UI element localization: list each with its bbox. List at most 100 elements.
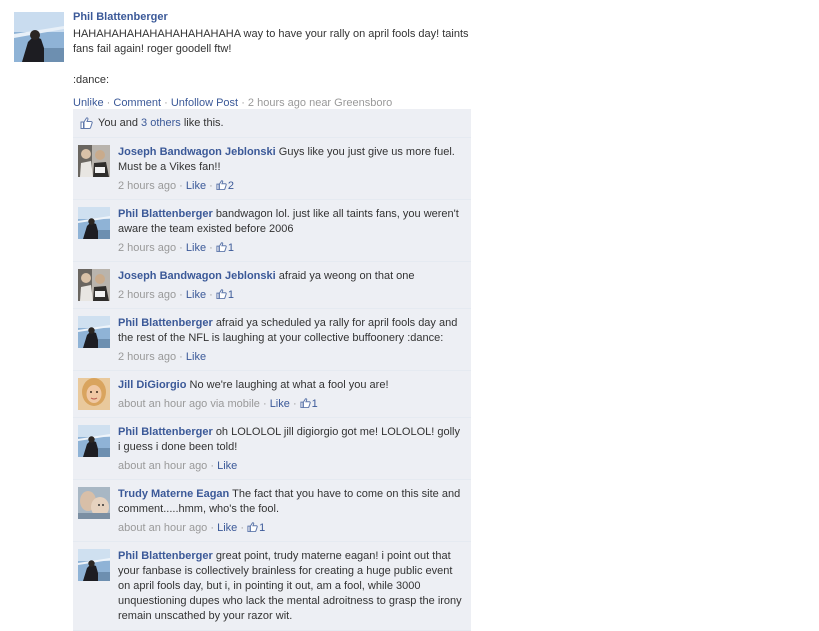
comment-avatar[interactable] [78,269,110,301]
like-count-value: 1 [227,242,235,254]
comment-like-link[interactable]: Like [186,242,206,254]
comment-meta: about an hour ago via mobile · Like · 1 [118,397,465,411]
comment-avatar[interactable] [78,549,110,581]
comment-author[interactable]: Joseph Bandwagon Jeblonski [118,270,276,282]
separator: · [179,289,183,301]
separator: · [241,97,245,109]
separator: · [106,97,111,109]
separator: · [209,180,213,192]
comment-like-link[interactable]: Like [186,351,206,363]
comment-meta: about an hour ago · Like · 1 [118,521,465,535]
comment-avatar[interactable] [78,425,110,457]
comment-avatar[interactable] [78,145,110,177]
comment-meta: 2 hours ago · Like · 2 [118,179,465,193]
separator: · [209,289,213,301]
like-count-value: 1 [311,398,318,410]
comment-meta: 2 hours ago · Like · 1 [118,241,465,255]
comment-timestamp: 2 hours ago [118,180,177,192]
comment-item: Joseph Bandwagon Jeblonski afraid ya weo… [73,262,471,309]
comment-author[interactable]: Phil Blattenberger [118,317,213,329]
comment-author[interactable]: Jill DiGiorgio [118,379,186,391]
comment-text-block: Phil Blattenberger bandwagon lol. just l… [118,207,465,237]
separator: · [240,522,245,534]
post-message: HAHAHAHAHAHAHAHAHAHAHA way to have your … [73,28,469,55]
comment-avatar[interactable] [78,207,110,239]
likes-others-link[interactable]: 3 others [141,117,181,129]
comment-timestamp: 2 hours ago [118,351,177,363]
separator: · [210,460,215,472]
thumbs-up-icon [300,398,311,408]
thumbs-up-icon [216,289,227,299]
separator: · [179,351,183,363]
comment-item: Phil Blattenberger bandwagon lol. just l… [73,200,471,262]
separator: · [164,97,168,109]
comment-item: Joseph Bandwagon Jeblonski Guys like you… [73,138,471,200]
comment-like-link[interactable]: Like [186,289,206,301]
comment-item: Phil Blattenberger great point, trudy ma… [73,542,471,631]
thumbs-up-icon [247,522,258,532]
comment-like-link[interactable]: Like [217,522,237,534]
like-count-value: 2 [227,180,235,192]
comment-item: Trudy Materne Eagan The fact that you ha… [73,480,471,542]
comment-text-block: Phil Blattenberger afraid ya scheduled y… [118,316,465,346]
post-message-line2: :dance: [73,74,110,86]
likes-you-and: You and [98,117,138,129]
comment-author[interactable]: Phil Blattenberger [118,426,213,438]
comment-text-block: Joseph Bandwagon Jeblonski afraid ya weo… [118,269,465,284]
comment-author[interactable]: Phil Blattenberger [118,550,213,562]
comment-like-count[interactable]: 1 [300,398,318,410]
separator: · [179,242,183,254]
comment-like-count[interactable]: 1 [216,289,234,301]
likes-like-this: like this. [183,117,224,129]
post-author-name[interactable]: Phil Blattenberger [73,9,168,25]
comment-text-block: Trudy Materne Eagan The fact that you ha… [118,487,465,517]
comment-like-link[interactable]: Like [270,398,290,410]
separator: · [210,522,215,534]
like-count-value: 1 [259,522,266,534]
post-timestamp: 2 hours ago near Greensboro [247,97,393,109]
comment-text-block: Phil Blattenberger great point, trudy ma… [118,549,465,624]
comment-text-block: Phil Blattenberger oh LOLOLOL jill digio… [118,425,465,455]
comment-item: Jill DiGiorgio No we're laughing at what… [73,371,471,418]
separator: · [292,398,297,410]
comment-text-block: Jill DiGiorgio No we're laughing at what… [118,378,465,393]
comment-list: Joseph Bandwagon Jeblonski Guys like you… [73,138,471,631]
comment-timestamp: 2 hours ago [118,289,177,301]
comment-text-block: Joseph Bandwagon Jeblonski Guys like you… [118,145,465,175]
comment-avatar[interactable] [78,316,110,348]
comment-like-link[interactable]: Like [186,180,206,192]
comment-timestamp: about an hour ago [118,522,208,534]
thumbs-up-icon [80,117,93,129]
comment-author[interactable]: Trudy Materne Eagan [118,488,229,500]
comment-like-count[interactable]: 2 [216,180,234,192]
post-author-avatar[interactable] [14,12,64,62]
comment-meta: 2 hours ago · Like · 1 [118,288,465,302]
comment-author[interactable]: Phil Blattenberger [118,208,213,220]
comment-text: No we're laughing at what a fool you are… [189,379,389,391]
comment-timestamp: about an hour ago [118,460,208,472]
comment-avatar[interactable] [78,487,110,519]
comment-meta: about an hour ago · Like [118,459,465,473]
thumbs-up-icon [216,180,227,190]
comment-text: afraid ya weong on that one [278,270,415,282]
comment-timestamp: 2 hours ago [118,242,177,254]
post-content: Phil Blattenberger HAHAHAHAHAHAHAHAHAHAH… [73,9,473,110]
comment-timestamp: about an hour ago via mobile [118,398,260,410]
separator: · [179,180,183,192]
comment-meta: 2 hours ago · Like [118,350,465,364]
unfollow-post-link[interactable]: Unfollow Post [171,97,238,109]
comment-like-link[interactable]: Like [217,460,237,472]
comment-like-count[interactable]: 1 [216,242,234,254]
separator: · [209,242,213,254]
likes-summary: You and 3 others like this. [73,109,471,138]
comment-like-count[interactable]: 1 [247,522,265,534]
comment-avatar[interactable] [78,378,110,410]
thumbs-up-icon [216,242,227,252]
separator: · [262,398,267,410]
like-count-value: 1 [227,289,235,301]
comment-link[interactable]: Comment [113,97,161,109]
feedback-section: You and 3 others like this. Joseph Bandw… [73,104,471,631]
comment-author[interactable]: Joseph Bandwagon Jeblonski [118,146,276,158]
comment-item: Phil Blattenberger afraid ya scheduled y… [73,309,471,371]
post-actions: Unlike · Comment · Unfollow Post · 2 hou… [73,96,473,110]
